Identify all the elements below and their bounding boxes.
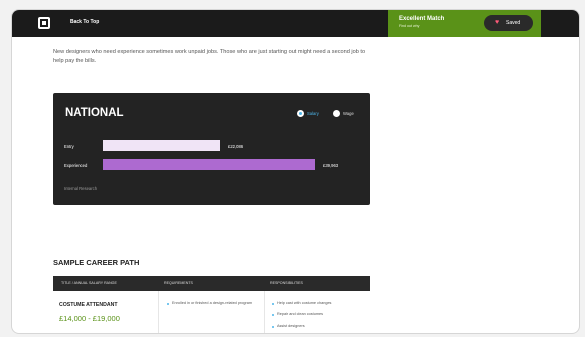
- career-path-table-header: TITLE / ANNUAL SALARY RANGE REQUIREMENTS…: [53, 276, 370, 291]
- heart-icon: ♥: [495, 19, 500, 26]
- saved-label: Saved: [506, 20, 521, 26]
- career-salary-range: £14,000 - £19,000: [59, 314, 123, 323]
- column-divider: [158, 291, 159, 333]
- experienced-salary-value: £39,963: [323, 163, 339, 168]
- career-title: COSTUME ATTENDANT: [59, 302, 118, 308]
- column-divider: [264, 291, 265, 333]
- national-title: NATIONAL: [65, 107, 124, 119]
- responsibility-item: Repair and clean costumes: [272, 312, 377, 318]
- source-label: Internal Research: [64, 186, 98, 191]
- radio-unselected-icon: [333, 110, 340, 117]
- responsibility-item: Assist designers: [272, 324, 377, 330]
- national-salary-panel: NATIONAL Salary Wage Entry £22,086 Exper…: [53, 93, 370, 205]
- back-to-top-link[interactable]: Back To Top: [70, 19, 99, 25]
- top-bar: Back To Top Excellent Match Find out why…: [12, 10, 579, 37]
- experienced-label: Experienced: [64, 163, 88, 168]
- saved-button[interactable]: ♥ Saved: [484, 15, 533, 31]
- find-out-why-link[interactable]: Find out why: [399, 24, 419, 28]
- entry-salary-bar: [103, 140, 220, 151]
- responsibility-item: Help cast with costume changes: [272, 301, 377, 307]
- back-to-top-icon[interactable]: [38, 17, 50, 29]
- match-title: Excellent Match: [399, 16, 445, 22]
- browser-frame: Back To Top Excellent Match Find out why…: [11, 9, 580, 334]
- col-header-responsibilities: RESPONSIBILITIES: [270, 281, 303, 285]
- experienced-salary-bar: [103, 159, 315, 170]
- col-header-title: TITLE / ANNUAL SALARY RANGE: [61, 281, 117, 285]
- requirement-item: Enrolled in or finished a design-related…: [167, 301, 257, 307]
- salary-label: Salary: [307, 111, 319, 116]
- intro-text: New designers who need experience someti…: [53, 49, 366, 64]
- entry-salary-value: £22,086: [228, 144, 244, 149]
- entry-label: Entry: [64, 144, 74, 149]
- career-path-title: SAMPLE CAREER PATH: [53, 258, 140, 267]
- col-header-requirements: REQUIREMENTS: [164, 281, 193, 285]
- wage-label: Wage: [343, 111, 354, 116]
- match-panel: Excellent Match Find out why ♥ Saved: [388, 10, 541, 37]
- radio-selected-icon: [297, 110, 304, 117]
